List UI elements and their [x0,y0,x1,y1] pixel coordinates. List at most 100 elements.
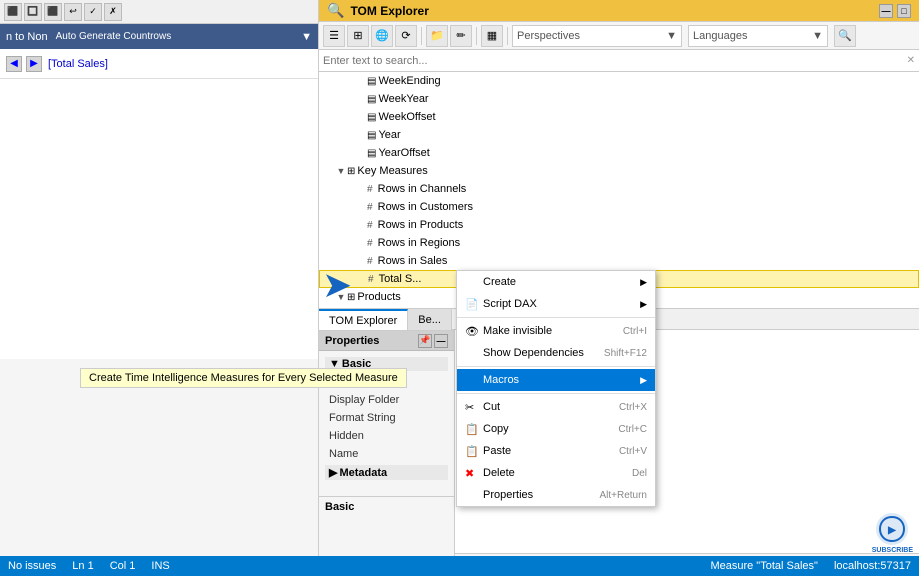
item-label: Rows in Channels [375,183,467,195]
left-subtitle: Auto Generate Countrows [56,31,172,42]
tree-item-weekending[interactable]: ▤ WeekEnding [319,72,919,90]
status-server: localhost:57317 [834,560,911,572]
tab-tom-explorer[interactable]: TOM Explorer [319,309,408,331]
languages-arrow: ▼ [812,30,823,42]
menu-icon: 📄 [465,298,479,311]
props-pin[interactable]: 📌 [418,334,432,348]
tab-be[interactable]: Be... [408,309,452,331]
perspectives-label: Perspectives [517,30,580,42]
props-controls: 📌 — [418,334,448,348]
copy-icon: 📋 [465,423,479,436]
context-menu: Create ▶ 📄 Script DAX ▶ 👁 Make invisible… [456,270,656,507]
prop-label: Name [329,448,414,460]
tom-search-input[interactable] [323,55,907,67]
tom-minimize[interactable]: — [879,4,893,18]
tooltip-text: Create Time Intelligence Measures for Ev… [89,372,398,384]
menu-item-macros[interactable]: Macros ▶ [457,369,655,391]
tree-item-key-measures[interactable]: ▼ ⊞ Key Measures [319,162,919,180]
menu-item-left: 📋 Copy [465,423,509,436]
prop-hidden: Hidden [325,427,448,445]
toolbar-btn-1[interactable]: ⬛ [4,3,22,21]
toolbar-btn-2[interactable]: 🔲 [24,3,42,21]
menu-item-left: Properties [465,489,533,501]
menu-label: Paste [483,445,511,457]
prop-name: Name [325,445,448,463]
toolbar-edit-icon[interactable]: ✏ [450,25,472,47]
perspectives-dropdown[interactable]: Perspectives ▼ [512,25,682,47]
toolbar-btn-4[interactable]: ↩ [64,3,82,21]
status-bar: No issues Ln 1 Col 1 INS Measure "Total … [0,556,919,576]
menu-item-left: ✂ Cut [465,401,500,414]
field-icon: ▤ [367,148,376,159]
menu-icon: 👁 [465,325,479,338]
prop-label: Hidden [329,430,414,442]
status-issues: No issues [8,560,56,572]
tree-item-rows-channels[interactable]: # Rows in Channels [319,180,919,198]
section-label: Metadata [339,467,387,479]
nav-forward[interactable]: ▶ [26,56,42,72]
menu-item-left: 👁 Make invisible [465,325,552,338]
left-link[interactable]: [Total Sales] [48,58,108,70]
subscribe-label: SUBSCRIBE [872,547,913,554]
tree-item-rows-sales[interactable]: # Rows in Sales [319,252,919,270]
languages-label: Languages [693,30,747,42]
toolbar-folder-icon[interactable]: 📁 [426,25,448,47]
menu-item-show-deps[interactable]: Show Dependencies Shift+F12 [457,342,655,364]
tree-item-weekoffset[interactable]: ▤ WeekOffset [319,108,919,126]
menu-item-delete[interactable]: ✖ Delete Del [457,462,655,484]
left-content: ◀ ▶ [Total Sales] [0,49,318,79]
toolbar-list-icon[interactable]: ☰ [323,25,345,47]
menu-shortcut: Shift+F12 [604,348,647,359]
menu-item-paste[interactable]: 📋 Paste Ctrl+V [457,440,655,462]
toolbar-btn-5[interactable]: ✓ [84,3,102,21]
toolbar-btn-6[interactable]: ✗ [104,3,122,21]
prop-label: Display Folder [329,394,414,406]
item-label: WeekEnding [378,75,440,87]
item-label: Rows in Products [375,219,464,231]
tree-item-rows-products[interactable]: # Rows in Products [319,216,919,234]
measure-icon: # [367,202,373,213]
toolbar-table-icon[interactable]: ⊞ [347,25,369,47]
menu-item-copy[interactable]: 📋 Copy Ctrl+C [457,418,655,440]
field-icon: ▤ [367,94,376,105]
tom-titlebar: 🔍 TOM Explorer — □ [319,0,919,22]
menu-separator [457,317,655,318]
left-panel: ⬛ 🔲 ⬛ ↩ ✓ ✗ n to Non Auto Generate Count… [0,0,319,576]
tree-item-rows-regions[interactable]: # Rows in Regions [319,234,919,252]
status-col: Col 1 [110,560,136,572]
languages-dropdown[interactable]: Languages ▼ [688,25,828,47]
tooltip-bar: Create Time Intelligence Measures for Ev… [80,368,407,388]
menu-shortcut: Ctrl+X [619,402,647,413]
menu-item-properties[interactable]: Properties Alt+Return [457,484,655,506]
menu-item-make-invisible[interactable]: 👁 Make invisible Ctrl+I [457,320,655,342]
tree-item-rows-customers[interactable]: # Rows in Customers [319,198,919,216]
folder-icon: ⊞ [347,166,355,177]
nav-arrows: ◀ ▶ [6,56,42,72]
tree-item-yearoffset[interactable]: ▤ YearOffset [319,144,919,162]
nav-back[interactable]: ◀ [6,56,22,72]
menu-shortcut: Alt+Return [599,490,647,501]
tree-item-weekyear[interactable]: ▤ WeekYear [319,90,919,108]
toolbar-grid-icon[interactable]: ▦ [481,25,503,47]
left-header-dropdown[interactable]: ▼ [301,31,312,43]
menu-item-cut[interactable]: ✂ Cut Ctrl+X [457,396,655,418]
field-icon: ▤ [367,112,376,123]
toolbar-search-btn[interactable]: 🔍 [834,25,856,47]
menu-item-create[interactable]: Create ▶ [457,271,655,293]
left-header-title: n to Non [6,31,48,43]
toolbar-btn-3[interactable]: ⬛ [44,3,62,21]
paste-icon: 📋 [465,445,479,458]
item-label: WeekOffset [378,111,435,123]
menu-label: Make invisible [483,325,552,337]
toolbar-refresh-icon[interactable]: ⟳ [395,25,417,47]
toolbar-tree-icon[interactable]: 🌐 [371,25,393,47]
menu-label: Properties [483,489,533,501]
left-toolbar: ⬛ 🔲 ⬛ ↩ ✓ ✗ [0,0,318,24]
tom-restore[interactable]: □ [897,4,911,18]
field-icon: ▤ [367,130,376,141]
search-clear-icon[interactable]: ✕ [907,55,915,66]
menu-item-script-dax[interactable]: 📄 Script DAX ▶ [457,293,655,315]
tree-item-year[interactable]: ▤ Year [319,126,919,144]
submenu-arrow: ▶ [640,277,647,288]
props-minimize[interactable]: — [434,334,448,348]
